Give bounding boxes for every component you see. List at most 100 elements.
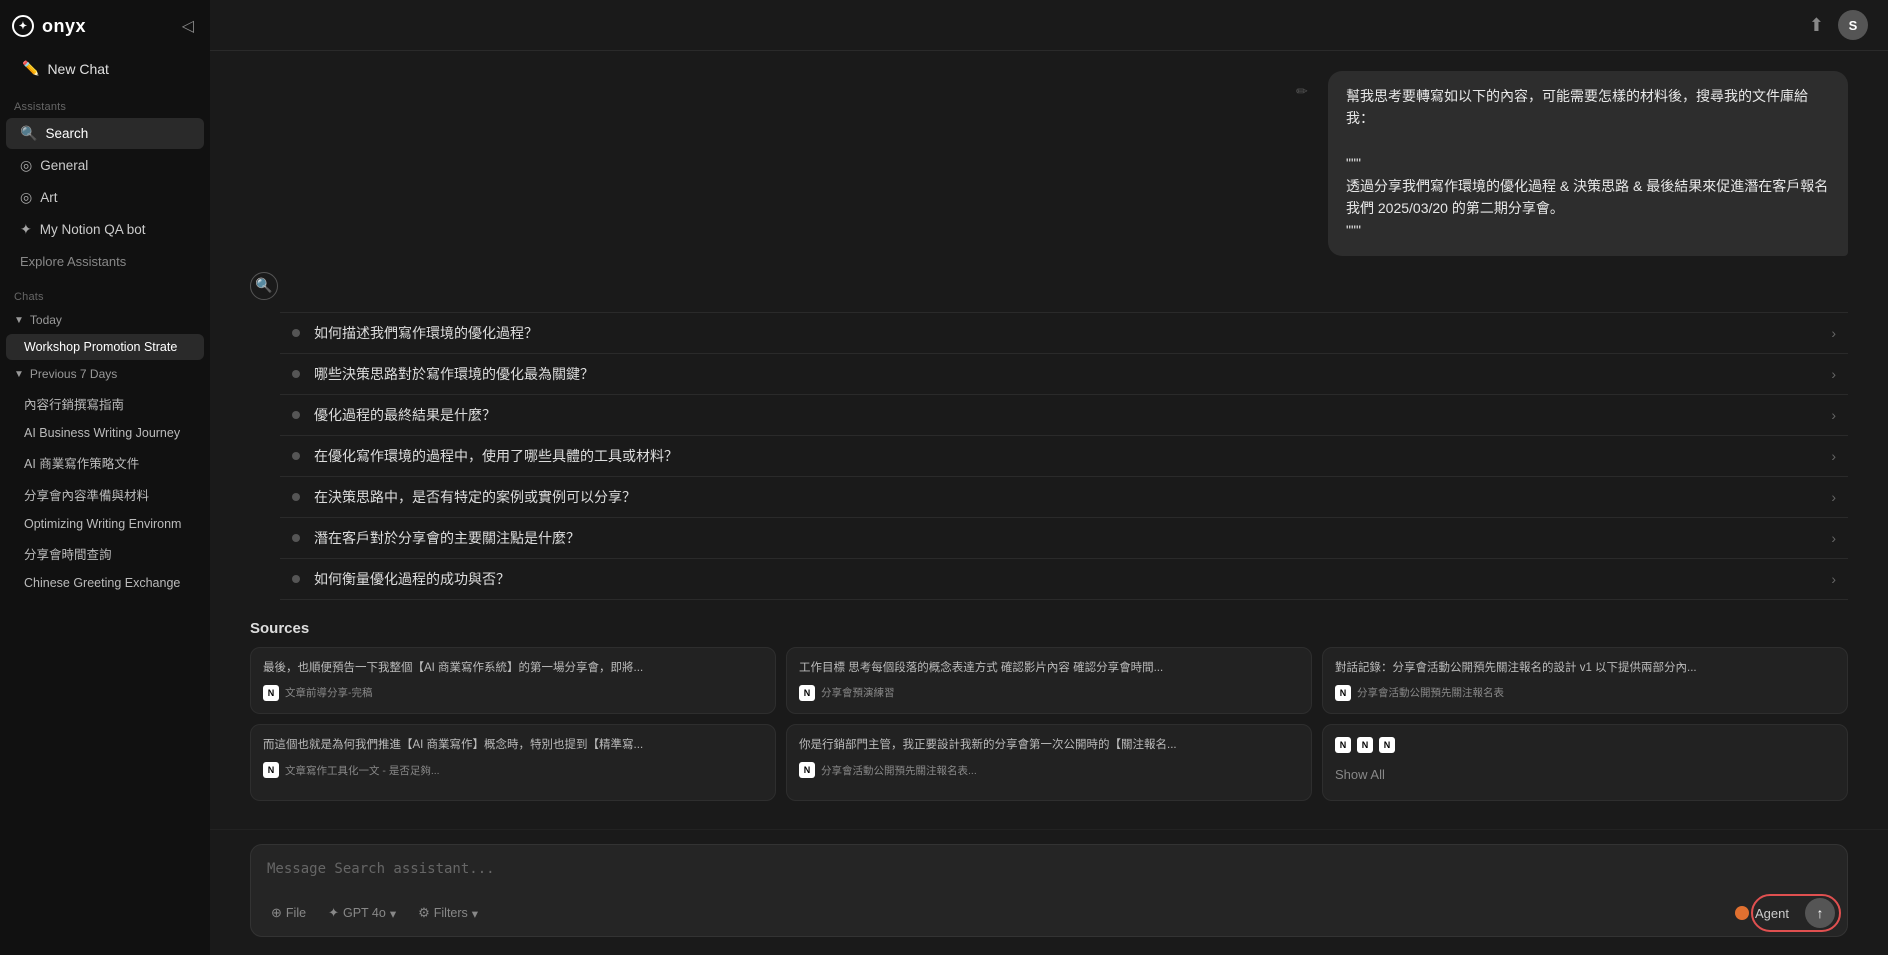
chat-item-optimizing[interactable]: Optimizing Writing Environm <box>6 511 204 537</box>
chats-section-label: Chats <box>0 285 210 307</box>
share-button[interactable]: ⬆ <box>1809 15 1824 36</box>
previous-section-toggle[interactable]: ▼ Previous 7 Days <box>0 361 210 387</box>
question-dot <box>292 329 300 337</box>
show-all-button[interactable]: Show All <box>1335 761 1385 788</box>
chat-item-text: 內容行銷撰寫指南 <box>24 394 124 413</box>
chat-item-ai-commercial[interactable]: AI 商業寫作策略文件 <box>6 447 204 478</box>
chat-item-workshop[interactable]: Workshop Promotion Strate <box>6 334 204 360</box>
question-item-1[interactable]: 如何描述我們寫作環境的優化過程？ › <box>280 312 1848 353</box>
source-card-5[interactable]: 你是行銷部門主管，我正要設計我新的分享會第一次公開時的【關注報名... N 分享… <box>786 724 1312 801</box>
assistants-list: 🔍 Search ◎ General ◎ Art ✦ My Notion QA … <box>0 117 210 246</box>
chat-item-sharing-time[interactable]: 分享會時間查詢 ··· <box>6 538 204 569</box>
sidebar-item-label: Art <box>40 190 57 205</box>
source-card-footer: N 文章前導分享-完稿 <box>263 685 763 701</box>
gpt-icon: ✦ <box>328 905 339 921</box>
chat-item-ai-business[interactable]: AI Business Writing Journey <box>6 420 204 446</box>
source-card-4[interactable]: 而這個也就是為何我們推進【AI 商業寫作】概念時，特別也提到【精準寫... N … <box>250 724 776 801</box>
chat-item-sharing-prep[interactable]: 分享會內容準備與材料 <box>6 479 204 510</box>
search-indicator: 🔍 <box>250 272 1848 300</box>
question-dot <box>292 575 300 583</box>
source-card-text: 對話記錄：分享會活動公開預先關注報名的設計 v1 以下提供兩部分內... <box>1335 660 1835 677</box>
chats-section: Chats ▼ Today Workshop Promotion Strate … <box>0 285 210 597</box>
source-card-3[interactable]: 對話記錄：分享會活動公開預先關注報名的設計 v1 以下提供兩部分內... N 分… <box>1322 647 1848 714</box>
question-chevron-icon: › <box>1831 530 1836 546</box>
share-icon: ⬆ <box>1809 15 1824 35</box>
source-card-6[interactable]: N N N Show All <box>1322 724 1848 801</box>
input-toolbar-left: ⊕ File ✦ GPT 4o ▾ ⚙ Filters ▾ <box>263 901 486 925</box>
question-text: 哪些決策思路對於寫作環境的優化最為關鍵？ <box>314 364 1817 384</box>
model-chevron-icon: ▾ <box>390 906 396 921</box>
today-chevron-icon: ▼ <box>14 315 24 326</box>
user-message-quote-open: """ <box>1346 155 1361 171</box>
chat-item-text: Optimizing Writing Environm <box>24 517 181 531</box>
logo-icon: ✦ <box>12 15 34 37</box>
question-item-5[interactable]: 在決策思路中，是否有特定的案例或實例可以分享？ › <box>280 476 1848 517</box>
source-card-text: 最後，也順便預告一下我整個【AI 商業寫作系統】的第一場分享會，即將... <box>263 660 763 677</box>
source-card-2[interactable]: 工作目標 思考每個段落的概念表達方式 確認影片內容 確認分享會時間... N 分… <box>786 647 1312 714</box>
source-card-footer: N 分享會預演練習 <box>799 685 1299 701</box>
main-panel: ⬆ S ✏ 幫我思考要轉寫如以下的內容，可能需要怎樣的材料後，搜尋我的文件庫給我… <box>210 0 1888 955</box>
explore-label: Explore Assistants <box>20 254 126 269</box>
file-label: File <box>286 906 306 920</box>
source-card-footer: N 文章寫作工具化一文 - 是否足夠... <box>263 762 763 778</box>
notion-icon: N <box>1335 737 1351 753</box>
sidebar-item-label: Search <box>45 126 88 141</box>
notion-icon: N <box>263 762 279 778</box>
assistant-response: 🔍 如何描述我們寫作環境的優化過程？ › 哪些決策思路對於寫作環境的優化最為關鍵… <box>250 272 1848 801</box>
chat-item-chinese-greeting[interactable]: Chinese Greeting Exchange <box>6 570 204 596</box>
new-chat-button[interactable]: ✏️ New Chat <box>10 52 200 85</box>
question-chevron-icon: › <box>1831 407 1836 423</box>
source-card-1[interactable]: 最後，也順便預告一下我整個【AI 商業寫作系統】的第一場分享會，即將... N … <box>250 647 776 714</box>
collapse-sidebar-button[interactable]: ◁ <box>178 14 198 38</box>
new-chat-icon: ✏️ <box>22 60 39 77</box>
source-card-filename: 分享會預演練習 <box>821 685 895 700</box>
search-icon: 🔍 <box>20 125 37 142</box>
send-icon: ↑ <box>1817 905 1824 921</box>
question-dot <box>292 452 300 460</box>
question-chevron-icon: › <box>1831 448 1836 464</box>
notion-icon-2: N <box>1357 737 1373 753</box>
agent-toggle[interactable]: Agent <box>1725 902 1799 925</box>
explore-assistants-link[interactable]: Explore Assistants <box>6 247 204 276</box>
sidebar-item-art[interactable]: ◎ Art <box>6 182 204 213</box>
art-icon: ◎ <box>20 189 32 206</box>
general-icon: ◎ <box>20 157 32 174</box>
sidebar-item-general[interactable]: ◎ General <box>6 150 204 181</box>
question-item-4[interactable]: 在優化寫作環境的過程中，使用了哪些具體的工具或材料？ › <box>280 435 1848 476</box>
notion-qa-icon: ✦ <box>20 221 32 238</box>
sidebar-item-notion-qa[interactable]: ✦ My Notion QA bot <box>6 214 204 245</box>
topbar: ⬆ S <box>210 0 1888 51</box>
send-button[interactable]: ↑ <box>1805 898 1835 928</box>
previous-label: Previous 7 Days <box>30 367 117 381</box>
file-button[interactable]: ⊕ File <box>263 901 314 925</box>
question-chevron-icon: › <box>1831 325 1836 341</box>
input-area: ⊕ File ✦ GPT 4o ▾ ⚙ Filters ▾ <box>210 829 1888 955</box>
edit-message-button[interactable]: ✏ <box>1296 83 1308 100</box>
question-item-2[interactable]: 哪些決策思路對於寫作環境的優化最為關鍵？ › <box>280 353 1848 394</box>
today-section-toggle[interactable]: ▼ Today <box>0 307 210 333</box>
agent-toggle-dot <box>1735 906 1749 920</box>
question-chevron-icon: › <box>1831 366 1836 382</box>
sources-grid: 最後，也順便預告一下我整個【AI 商業寫作系統】的第一場分享會，即將... N … <box>250 647 1848 801</box>
chat-area: ✏ 幫我思考要轉寫如以下的內容，可能需要怎樣的材料後，搜尋我的文件庫給我： ""… <box>210 51 1888 829</box>
input-toolbar: ⊕ File ✦ GPT 4o ▾ ⚙ Filters ▾ <box>251 892 1847 936</box>
model-selector-button[interactable]: ✦ GPT 4o ▾ <box>320 901 404 925</box>
source-card-footer: N 分享會活動公開預先關注報名表 <box>1335 685 1835 701</box>
source-card-text: 工作目標 思考每個段落的概念表達方式 確認影片內容 確認分享會時間... <box>799 660 1299 677</box>
filters-button[interactable]: ⚙ Filters ▾ <box>410 901 486 925</box>
question-item-7[interactable]: 如何衡量優化過程的成功與否？ › <box>280 558 1848 600</box>
sidebar-item-search[interactable]: 🔍 Search <box>6 118 204 149</box>
question-item-3[interactable]: 優化過程的最終結果是什麼？ › <box>280 394 1848 435</box>
user-message-text: 幫我思考要轉寫如以下的內容，可能需要怎樣的材料後，搜尋我的文件庫給我： """ … <box>1346 85 1830 242</box>
file-icon: ⊕ <box>271 905 282 921</box>
questions-list: 如何描述我們寫作環境的優化過程？ › 哪些決策思路對於寫作環境的優化最為關鍵？ … <box>280 312 1848 600</box>
notion-icon: N <box>799 762 815 778</box>
chat-item-content-marketing[interactable]: 內容行銷撰寫指南 <box>6 388 204 419</box>
sidebar: ✦ onyx ◁ ✏️ New Chat Assistants 🔍 Search… <box>0 0 210 955</box>
message-input[interactable] <box>251 845 1847 889</box>
filters-label: Filters <box>434 906 468 920</box>
question-text: 潛在客戶對於分享會的主要關注點是什麼？ <box>314 528 1817 548</box>
question-item-6[interactable]: 潛在客戶對於分享會的主要關注點是什麼？ › <box>280 517 1848 558</box>
today-label: Today <box>30 313 62 327</box>
user-message-line1: 幫我思考要轉寫如以下的內容，可能需要怎樣的材料後，搜尋我的文件庫給我： <box>1346 88 1808 126</box>
